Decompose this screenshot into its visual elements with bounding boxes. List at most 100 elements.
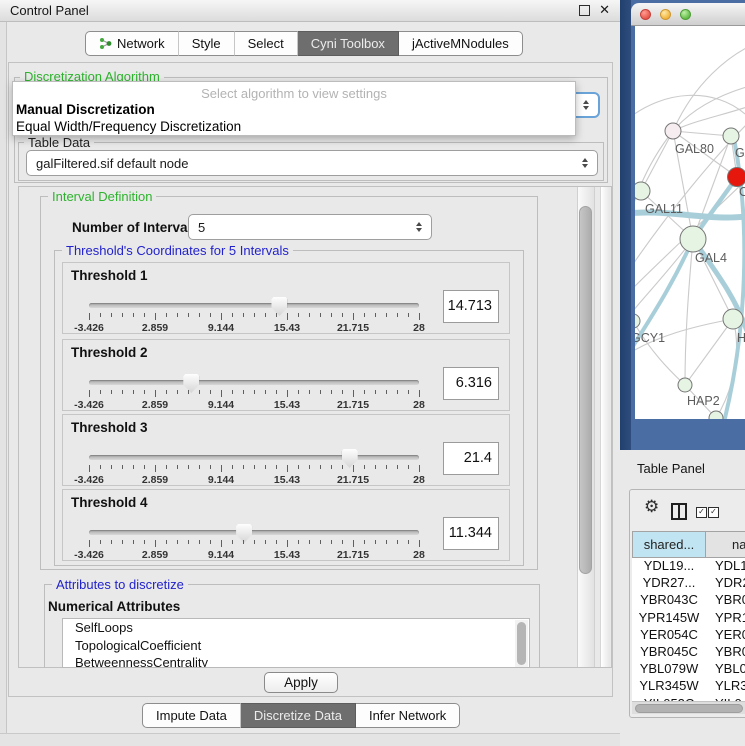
slider-track[interactable] [89,530,419,535]
network-node[interactable] [728,168,745,187]
thresholds-group-title: Threshold's Coordinates for 5 Intervals [62,244,293,258]
table-row[interactable]: YDR27...YDR2 [632,575,745,592]
attributes-group-title: Attributes to discretize [52,578,188,592]
dropdown-option-manual[interactable]: Manual Discretization [16,102,155,117]
table-row[interactable]: YBR043CYBR0 [632,592,745,609]
table-data-selected: galFiltered.sif default node [36,156,188,171]
threshold-4-label: Threshold 4 [71,495,148,510]
threshold-3-value-field[interactable]: 21.4 [443,442,499,475]
algorithm-dropdown-popup: Select algorithm to view settings Manual… [12,81,576,136]
threshold-2-slider[interactable]: -3.4262.8599.14415.4321.71528 [89,374,419,408]
tab-jactivemnodules[interactable]: jActiveMNodules [399,31,523,56]
table-panel: Table Panel ⚙ ✓ ✓ shared... na YDL19...Y… [620,450,745,745]
table-row[interactable]: YDL19...YDL1 [632,558,745,575]
slider-ticks [89,465,419,473]
node-label: GAL80 [675,142,714,156]
threshold-4-value-field[interactable]: 11.344 [443,517,499,550]
network-desktop: GAL80GACGAL11GAL4GCY1HHAP2 [620,0,745,450]
network-node[interactable] [723,309,743,329]
checkbox-icon[interactable]: ✓ [696,507,707,518]
table-row[interactable]: YPR145WYPR1 [632,610,745,627]
tab-infer-network[interactable]: Infer Network [356,703,460,728]
table-panel-title: Table Panel [637,461,705,476]
numerical-attributes-label: Numerical Attributes [48,599,180,614]
node-label: GAL4 [695,251,727,265]
interval-definition-title: Interval Definition [48,190,156,204]
tab-cyni-toolbox[interactable]: Cyni Toolbox [298,31,399,56]
attribute-item[interactable]: SelfLoops [63,619,529,637]
table-header-row: shared... na [632,531,745,558]
threshold-1-slider[interactable]: -3.4262.8599.14415.4321.71528 [89,297,419,331]
threshold-4-slider[interactable]: -3.4262.8599.14415.4321.71528 [89,524,419,558]
network-canvas[interactable]: GAL80GACGAL11GAL4GCY1HHAP2 [635,26,745,419]
zoom-traffic-light-icon[interactable] [680,9,691,20]
tab-impute-data[interactable]: Impute Data [142,703,241,728]
network-node[interactable] [678,378,692,392]
table-row[interactable]: YBL079WYBL0 [632,661,745,678]
tab-discretize-data[interactable]: Discretize Data [241,703,356,728]
tab-network[interactable]: Network [85,31,179,56]
minimize-traffic-light-icon[interactable] [660,9,671,20]
column-layout-icon[interactable] [671,503,687,520]
top-tab-bar: Network Style Select Cyni Toolbox jActiv… [85,31,523,56]
numerical-attributes-list[interactable]: SelfLoopsTopologicalCoefficientBetweenne… [62,618,530,668]
control-panel: Control Panel ✕ Network Style Select Cyn… [0,0,620,745]
horizontal-scrollbar-thumb[interactable] [635,704,743,713]
slider-ticks [89,540,419,548]
threshold-3-label: Threshold 3 [71,420,148,435]
table-row[interactable]: YBR045CYBR0 [632,644,745,661]
vertical-scrollbar-thumb[interactable] [579,206,592,574]
network-node[interactable] [723,128,739,144]
network-node[interactable] [665,123,681,139]
slider-track[interactable] [89,303,419,308]
control-panel-titlebar: Control Panel ✕ [0,0,620,22]
tab-select[interactable]: Select [235,31,298,56]
horizontal-scrollbar-track[interactable] [632,701,745,714]
slider-scale-labels: -3.4262.8599.14415.4321.71528 [89,322,419,334]
slider-scale-labels: -3.4262.8599.14415.4321.71528 [89,549,419,561]
panel-title: Control Panel [10,3,89,18]
table-data-combobox[interactable]: galFiltered.sif default node [26,150,598,176]
threshold-2-label: Threshold 2 [71,345,148,360]
number-of-intervals-combobox[interactable]: 5 [188,214,432,240]
slider-track[interactable] [89,455,419,460]
attribute-item[interactable]: BetweennessCentrality [63,654,529,668]
slider-track[interactable] [89,380,419,385]
node-table-box: ⚙ ✓ ✓ shared... na YDL19...YDL1YDR27...Y… [629,489,745,718]
right-region: GAL80GACGAL11GAL4GCY1HHAP2 Table Panel ⚙… [620,0,745,745]
combo-arrows-icon [416,222,422,232]
attribute-item[interactable]: TopologicalCoefficient [63,637,529,655]
float-window-icon[interactable] [579,5,590,16]
close-icon[interactable]: ✕ [599,4,610,17]
threshold-2-value-field[interactable]: 6.316 [443,367,499,400]
tab-network-label: Network [117,36,165,51]
threshold-3-slider[interactable]: -3.4262.8599.14415.4321.71528 [89,449,419,483]
dropdown-option-equal-width[interactable]: Equal Width/Frequency Discretization [16,119,241,134]
column-header-shared-name[interactable]: shared... [632,531,706,558]
combo-arrows-icon [583,100,589,110]
checkbox-icon[interactable]: ✓ [708,507,719,518]
node-label: GA [735,146,745,160]
close-traffic-light-icon[interactable] [640,9,651,20]
combo-arrows-icon [582,158,588,168]
node-table-body: YDL19...YDL1YDR27...YDR2YBR043CYBR0YPR14… [632,558,745,713]
gear-icon[interactable]: ⚙ [644,497,659,517]
desktop-edge [620,0,631,450]
threshold-4-panel: Threshold 4 -3.4262.8599.14415.4321.7152… [62,489,510,561]
tab-style[interactable]: Style [179,31,235,56]
table-row[interactable]: YLR345WYLR3 [632,678,745,695]
network-node[interactable] [635,182,650,200]
node-label: C [739,185,745,199]
left-gutter [0,22,7,745]
table-row[interactable]: YER054CYER0 [632,627,745,644]
list-scrollbar-thumb[interactable] [517,622,526,665]
column-header-name[interactable]: na [706,531,745,558]
network-node[interactable] [635,314,640,328]
network-window-titlebar[interactable] [631,3,745,26]
apply-button[interactable]: Apply [264,672,338,693]
threshold-1-value-field[interactable]: 14.713 [443,290,499,323]
node-label: H [737,331,745,345]
network-node[interactable] [680,226,706,252]
number-of-intervals-label: Number of Intervals [72,220,199,235]
outer-scrollbar-track [600,187,610,667]
